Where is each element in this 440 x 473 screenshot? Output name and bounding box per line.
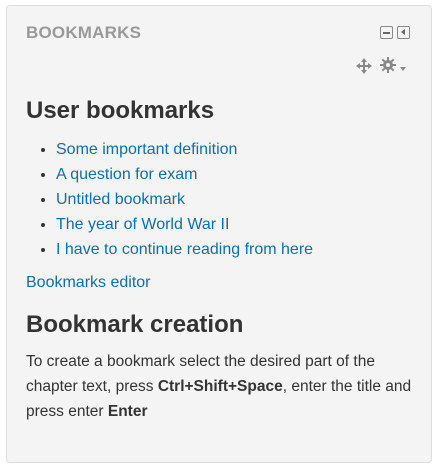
user-bookmarks-heading: User bookmarks bbox=[26, 97, 215, 124]
dock-block-icon[interactable] bbox=[397, 26, 410, 39]
block-controls bbox=[380, 26, 410, 39]
bookmark-link[interactable]: I have to continue reading from here bbox=[56, 241, 313, 258]
list-item: A question for exam bbox=[56, 162, 313, 187]
bookmark-creation-heading: Bookmark creation bbox=[26, 311, 244, 338]
keyboard-shortcut: Ctrl+Shift+Space bbox=[157, 378, 283, 395]
bookmarks-block: BOOKMARKS User bookmarks Some important … bbox=[6, 5, 432, 463]
bookmarks-editor-link[interactable]: Bookmarks editor bbox=[26, 274, 151, 292]
bookmark-link[interactable]: Some important definition bbox=[56, 141, 237, 158]
list-item: I have to continue reading from here bbox=[56, 237, 313, 262]
bookmark-link[interactable]: The year of World War II bbox=[56, 216, 229, 233]
bookmark-creation-instructions: To create a bookmark select the desired … bbox=[26, 349, 421, 424]
bookmark-list: Some important definition A question for… bbox=[26, 137, 313, 262]
gear-icon[interactable] bbox=[380, 57, 396, 73]
bookmark-link[interactable]: Untitled bookmark bbox=[56, 191, 185, 208]
hide-block-icon[interactable] bbox=[380, 26, 393, 39]
enter-key: Enter bbox=[107, 403, 148, 420]
list-item: Untitled bookmark bbox=[56, 187, 313, 212]
list-item: Some important definition bbox=[56, 137, 313, 162]
move-icon[interactable] bbox=[356, 58, 372, 74]
list-item: The year of World War II bbox=[56, 212, 313, 237]
bookmark-link[interactable]: A question for exam bbox=[56, 166, 197, 183]
block-title: BOOKMARKS bbox=[26, 23, 142, 42]
caret-down-icon[interactable] bbox=[400, 67, 406, 71]
